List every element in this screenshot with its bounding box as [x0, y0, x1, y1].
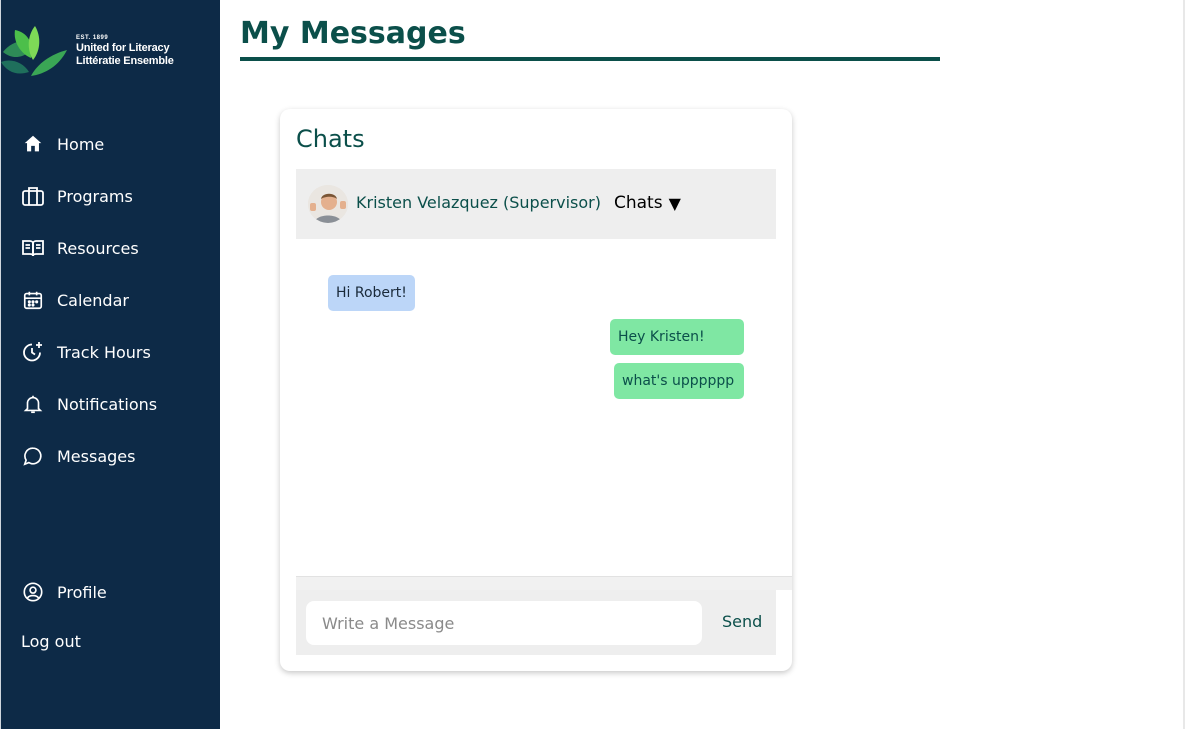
sidebar-item-profile[interactable]: Profile: [21, 579, 107, 605]
home-icon: [21, 132, 45, 156]
brand-est: EST. 1899: [76, 35, 109, 41]
message-composer: Send: [296, 590, 776, 655]
brand-logo[interactable]: EST. 1899 United for Literacy Littératie…: [1, 20, 221, 80]
sidebar-item-label: Messages: [57, 446, 136, 466]
sidebar-item-label: Profile: [57, 582, 107, 602]
chats-dropdown-label: Chats: [614, 192, 663, 213]
sidebar-item-programs[interactable]: Programs: [21, 183, 133, 209]
message-outgoing: Hey Kristen!: [610, 319, 744, 355]
calendar-icon: [21, 288, 45, 312]
brand-name-en: United for Literacy: [76, 42, 170, 54]
sidebar-item-label: Home: [57, 134, 105, 154]
message-input[interactable]: [306, 601, 702, 645]
book-icon: [21, 236, 45, 260]
sidebar-item-label: Track Hours: [57, 342, 151, 362]
sidebar-item-calendar[interactable]: Calendar: [21, 287, 129, 313]
sidebar-item-label: Calendar: [57, 290, 129, 310]
sidebar-item-messages[interactable]: Messages: [21, 443, 135, 469]
sidebar-item-notifications[interactable]: Notifications: [21, 391, 157, 417]
composer-divider: [296, 576, 792, 590]
avatar: [308, 185, 348, 223]
sidebar-item-label: Notifications: [57, 394, 158, 414]
message-incoming: Hi Robert!: [328, 275, 415, 311]
title-underline: [240, 57, 940, 61]
chat-header: Kristen Velazquez (Supervisor) Chats ▼: [296, 169, 776, 239]
user-circle-icon: [21, 580, 45, 604]
sidebar: EST. 1899 United for Literacy Littératie…: [0, 0, 220, 729]
sidebar-item-label: Resources: [57, 238, 139, 258]
sidebar-item-resources[interactable]: Resources: [21, 235, 139, 261]
caret-down-icon: ▼: [668, 194, 681, 213]
chat-bubble-icon: [21, 444, 45, 468]
leaf-logo-icon: [1, 26, 67, 76]
brand-text: EST. 1899 United for Literacy Littératie…: [76, 34, 174, 68]
chats-dropdown[interactable]: Chats ▼: [614, 192, 681, 214]
clock-plus-icon: [21, 340, 45, 364]
brand-name-fr: Littératie Ensemble: [76, 55, 174, 67]
page-title: My Messages: [240, 16, 466, 51]
send-button[interactable]: Send: [722, 612, 762, 631]
app-window: EST. 1899 United for Literacy Littératie…: [0, 0, 1185, 729]
logout-link[interactable]: Log out: [21, 632, 81, 651]
briefcase-icon: [21, 184, 45, 208]
chat-card: Chats Kristen Velazquez (Supervisor) Cha…: [280, 109, 792, 671]
sidebar-item-label: Programs: [57, 186, 133, 206]
message-list: Hi Robert! Hey Kristen! what's upppppp: [296, 239, 776, 576]
message-outgoing: what's upppppp: [614, 363, 744, 399]
sidebar-item-home[interactable]: Home: [21, 131, 104, 157]
bell-icon: [21, 392, 45, 416]
chat-card-title: Chats: [296, 125, 365, 153]
sidebar-item-track-hours[interactable]: Track Hours: [21, 339, 151, 365]
contact-name[interactable]: Kristen Velazquez (Supervisor): [356, 193, 601, 212]
